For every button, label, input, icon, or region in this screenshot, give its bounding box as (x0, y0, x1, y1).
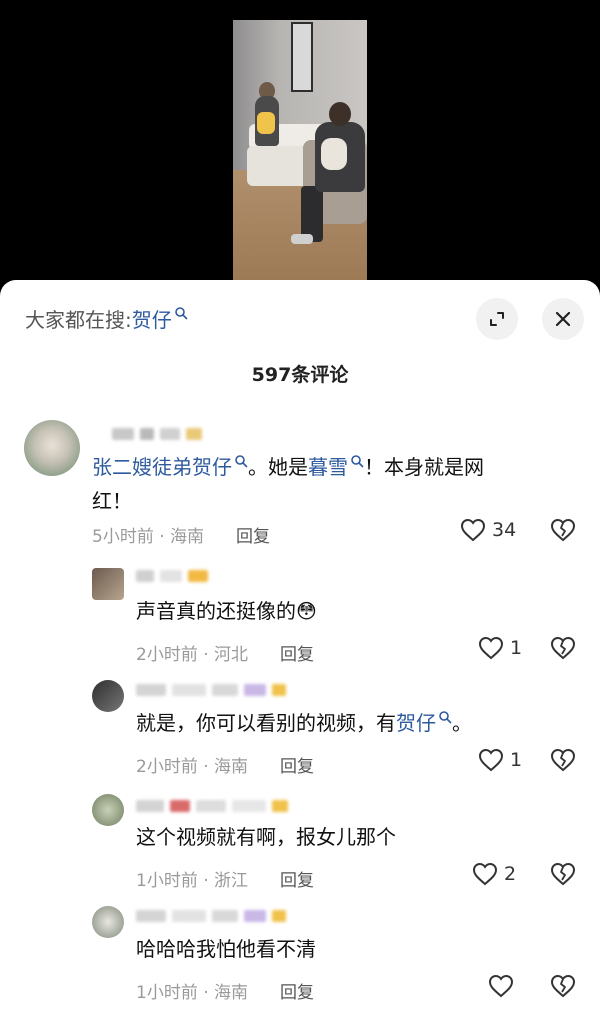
heart-icon (478, 748, 504, 772)
expand-icon (490, 312, 504, 326)
comment-meta: 1小时前 · 浙江 回复 (136, 866, 314, 891)
heart-icon (478, 636, 504, 660)
avatar[interactable] (92, 680, 124, 712)
avatar[interactable] (92, 568, 124, 600)
comment-meta: 5小时前 · 海南 回复 (92, 522, 270, 547)
comment-text: 哈哈哈我怕他看不清 (136, 937, 316, 961)
reply-button[interactable]: 回复 (280, 640, 314, 665)
expand-button[interactable] (476, 298, 518, 340)
comment-meta: 2小时前 · 海南 回复 (136, 752, 314, 777)
comment-time-location: 1小时前 · 浙江 (136, 871, 249, 891)
comment-keyword-link[interactable]: 贺仔 (396, 711, 436, 735)
like-button[interactable]: 1 (478, 748, 522, 772)
comment-text: 就是，你可以看别的视频，有贺仔。 (136, 706, 472, 740)
search-icon (235, 455, 248, 468)
video-scene-man-head (329, 102, 351, 126)
dislike-button[interactable] (550, 636, 576, 660)
username-blurred[interactable] (136, 910, 286, 924)
comment-keyword-link[interactable]: 暮雪 (308, 455, 348, 479)
username-blurred[interactable] (112, 428, 202, 442)
comment-text: 声音真的还挺像的😳 (136, 599, 317, 623)
like-count: 2 (504, 863, 517, 885)
comment-text-segment: 红！ (92, 489, 132, 513)
video-scene-child (257, 112, 275, 134)
heart-icon (472, 862, 498, 886)
reply-item: 哈哈哈我怕他看不清 1小时前 · 海南 回复 (0, 904, 600, 1012)
like-count: 1 (510, 749, 523, 771)
comment-item: 张二嫂徒弟贺仔 。她是暮雪 ！本身就是网 红！ 5小时前 · 海南 回复 34 (0, 420, 600, 560)
reply-button[interactable]: 回复 (280, 978, 314, 1003)
like-count: 34 (492, 519, 517, 541)
video-scene-baby (321, 138, 347, 170)
dislike-button[interactable] (550, 974, 576, 998)
heart-icon (488, 974, 514, 998)
comment-text-segment: 。她是 (248, 455, 308, 479)
comment-meta: 2小时前 · 河北 回复 (136, 640, 314, 665)
like-button[interactable]: 2 (472, 862, 516, 886)
search-suggestion-prefix: 大家都在搜: (25, 308, 132, 332)
heart-icon (460, 518, 486, 542)
reply-item: 声音真的还挺像的😳 2小时前 · 河北 回复 1 (0, 564, 600, 665)
avatar[interactable] (92, 794, 124, 826)
close-icon (555, 311, 571, 327)
comment-text-segment: 。 (452, 711, 472, 735)
comment-text-segment: ！本身就是网 (364, 455, 484, 479)
avatar[interactable] (24, 420, 80, 476)
username-blurred[interactable] (136, 570, 208, 584)
search-icon (439, 711, 452, 724)
like-button[interactable]: 1 (478, 636, 522, 660)
reply-button[interactable]: 回复 (236, 522, 270, 547)
reply-button[interactable]: 回复 (280, 752, 314, 777)
dislike-button[interactable] (550, 748, 576, 772)
comment-keyword-link[interactable]: 张二嫂徒弟贺仔 (92, 455, 232, 479)
comment-count-title: 597条评论 (251, 364, 349, 386)
comment-text-segment: 就是，你可以看别的视频，有 (136, 711, 396, 735)
comment-time-location: 5小时前 · 海南 (92, 527, 205, 547)
username-blurred[interactable] (136, 684, 286, 698)
dislike-button[interactable] (550, 862, 576, 886)
search-icon (174, 306, 188, 319)
search-icon (351, 455, 364, 468)
search-suggestion-keyword[interactable]: 贺仔 (132, 304, 172, 333)
dislike-button[interactable] (550, 518, 576, 542)
like-button[interactable]: 34 (460, 518, 516, 542)
like-count: 1 (510, 637, 523, 659)
like-button[interactable] (488, 974, 520, 998)
video-scene-shoe (291, 234, 313, 244)
reply-item: 这个视频就有啊，报女儿那个 1小时前 · 浙江 回复 2 (0, 792, 600, 892)
comment-time-location: 2小时前 · 河北 (136, 645, 249, 665)
reply-button[interactable]: 回复 (280, 866, 314, 891)
comment-panel: 大家都在搜: 贺仔 597条评论 张二嫂徒弟贺仔。她是暮雪 ！本身就是网 红！ (0, 280, 600, 1012)
avatar[interactable] (92, 906, 124, 938)
comment-meta: 1小时前 · 海南 回复 (136, 978, 314, 1003)
username-blurred[interactable] (136, 800, 288, 814)
video-frame[interactable] (233, 20, 367, 282)
close-button[interactable] (542, 298, 584, 340)
reply-item: 就是，你可以看别的视频，有贺仔。 2小时前 · 海南 回复 1 (0, 678, 600, 778)
video-player[interactable] (0, 0, 600, 300)
video-scene-wall-picture (291, 22, 313, 92)
comment-time-location: 2小时前 · 海南 (136, 757, 249, 777)
comment-text: 这个视频就有啊，报女儿那个 (136, 825, 396, 849)
search-suggestion[interactable]: 大家都在搜: 贺仔 (25, 304, 188, 333)
comment-text: 张二嫂徒弟贺仔 。她是暮雪 ！本身就是网 红！ (92, 450, 582, 518)
comment-time-location: 1小时前 · 海南 (136, 983, 249, 1003)
